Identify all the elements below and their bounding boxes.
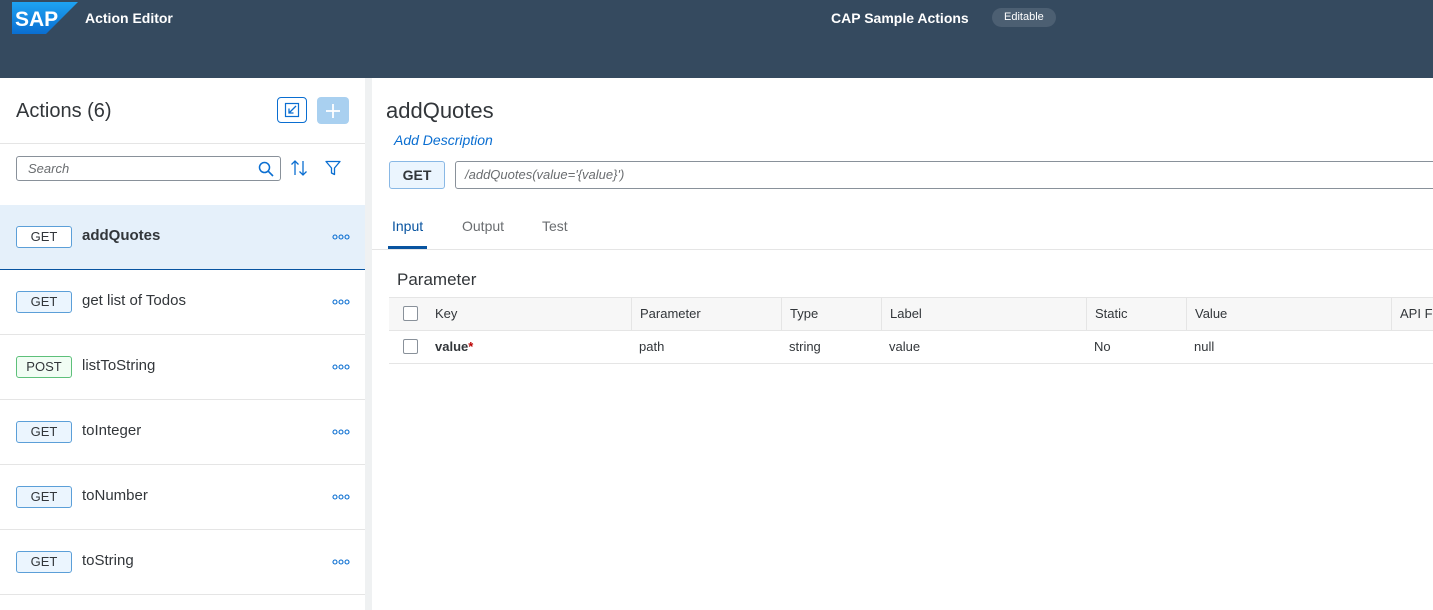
action-title: addQuotes <box>386 98 494 123</box>
column-header-value[interactable]: Value <box>1186 298 1391 330</box>
method-tag: GET <box>16 551 72 573</box>
column-header-api[interactable]: API F <box>1391 298 1433 330</box>
http-method-select[interactable]: GET <box>389 161 445 189</box>
parameter-section-title: Parameter <box>397 270 477 289</box>
tab-input[interactable]: Input <box>388 204 428 249</box>
table-header: Key Parameter Type Label Static Value AP… <box>389 297 1433 331</box>
column-header-label[interactable]: Label <box>881 298 1086 330</box>
add-description-link[interactable]: Add Description <box>394 132 493 148</box>
tab-output[interactable]: Output <box>458 204 508 248</box>
shell-header: SAP Action Editor CAP Sample Actions Edi… <box>0 0 1433 78</box>
action-item-tostring[interactable]: GET toString <box>0 530 365 595</box>
sort-icon[interactable] <box>290 159 308 177</box>
column-header-parameter[interactable]: Parameter <box>631 298 781 330</box>
select-all-cell <box>389 298 427 330</box>
column-header-static[interactable]: Static <box>1086 298 1186 330</box>
filter-icon[interactable] <box>325 160 341 176</box>
row-type: string <box>789 339 821 354</box>
action-item-get-list-of-todos[interactable]: GET get list of Todos <box>0 270 365 335</box>
plus-icon <box>326 103 340 118</box>
more-options-icon[interactable] <box>332 558 350 566</box>
path-input[interactable]: /addQuotes(value='{value}') <box>455 161 1433 189</box>
action-item-addquotes[interactable]: GET addQuotes <box>0 205 365 270</box>
action-label: get list of Todos <box>82 292 186 309</box>
row-key-cell: value* <box>427 331 631 363</box>
method-tag: GET <box>16 291 72 313</box>
app-center-title: CAP Sample Actions <box>831 10 969 26</box>
action-label: toInteger <box>82 422 142 439</box>
method-tag: GET <box>16 421 72 443</box>
action-detail: addQuotes Add Description GET /addQuotes… <box>372 78 1433 610</box>
parameter-table: Key Parameter Type Label Static Value AP… <box>389 297 1433 364</box>
app-title: Action Editor <box>85 10 173 26</box>
table-row[interactable]: value* path string value No null <box>389 331 1433 364</box>
actions-panel: Actions (6) GET <box>0 78 366 610</box>
import-button[interactable] <box>277 97 307 123</box>
required-mark: * <box>468 339 474 354</box>
more-options-icon[interactable] <box>332 428 350 436</box>
row-value: null <box>1194 339 1215 354</box>
more-options-icon[interactable] <box>332 363 350 371</box>
row-select-cell <box>389 331 427 363</box>
action-label: listToString <box>82 357 156 374</box>
action-item-tonumber[interactable]: GET toNumber <box>0 465 365 530</box>
search-field[interactable] <box>16 156 281 181</box>
sap-logo-text: SAP <box>15 8 58 31</box>
method-tag: GET <box>16 486 72 508</box>
action-label: toNumber <box>82 487 148 504</box>
row-key: value <box>435 339 469 354</box>
action-label: toString <box>82 552 134 569</box>
method-tag: GET <box>16 226 72 248</box>
status-badge: Editable <box>992 8 1056 27</box>
column-header-key[interactable]: Key <box>427 298 631 330</box>
tab-test[interactable]: Test <box>538 204 572 248</box>
row-parameter: path <box>639 339 665 354</box>
more-options-icon[interactable] <box>332 233 350 241</box>
panel-splitter[interactable] <box>365 78 372 610</box>
method-tag: POST <box>16 356 72 378</box>
import-icon <box>284 102 300 118</box>
action-item-listtostring[interactable]: POST listToString <box>0 335 365 400</box>
actions-panel-header: Actions (6) <box>0 78 365 144</box>
add-action-button[interactable] <box>317 97 349 124</box>
row-checkbox[interactable] <box>403 339 418 354</box>
select-all-checkbox[interactable] <box>403 306 418 321</box>
action-item-tointeger[interactable]: GET toInteger <box>0 400 365 465</box>
search-input[interactable] <box>17 157 252 180</box>
more-options-icon[interactable] <box>332 298 350 306</box>
actions-title: Actions (6) <box>16 100 112 122</box>
row-static: No <box>1094 339 1111 354</box>
column-header-type[interactable]: Type <box>781 298 881 330</box>
search-icon[interactable] <box>258 161 274 177</box>
actions-list: GET addQuotes GET get list of Todos POST… <box>0 205 365 595</box>
row-label: value <box>889 339 921 354</box>
action-label: addQuotes <box>82 227 161 244</box>
more-options-icon[interactable] <box>332 493 350 501</box>
detail-tabs: Input Output Test <box>372 204 1433 250</box>
sap-logo[interactable]: SAP <box>12 2 78 34</box>
